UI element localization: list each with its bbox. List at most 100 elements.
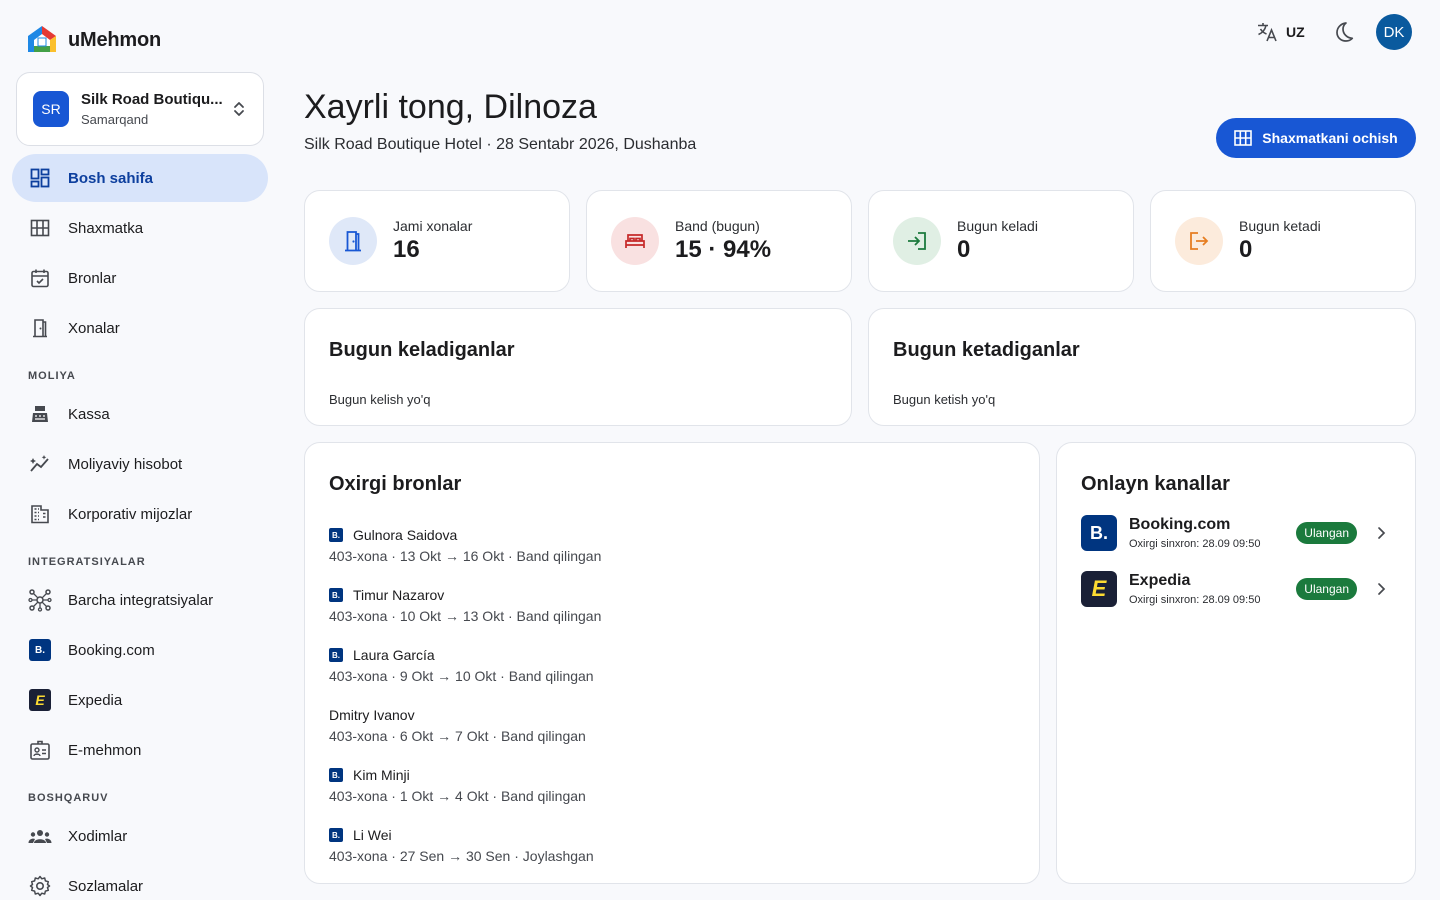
stat-card-occupied: Band (bugun) 15 · 94% (586, 190, 852, 292)
chevron-right-icon[interactable] (1371, 579, 1391, 599)
stat-value: 15 · 94% (675, 236, 772, 263)
open-grid-button[interactable]: Shaxmatkani ochish (1216, 118, 1416, 158)
status-badge: Ulangan (1296, 522, 1357, 544)
grid-icon (28, 216, 52, 240)
stat-label: Bugun ketadi (1239, 218, 1321, 234)
sidebar-item-label: Bronlar (68, 269, 117, 287)
sidebar-item-label: Xodimlar (68, 827, 128, 845)
hub-icon (28, 588, 52, 612)
stat-card-total-rooms: Jami xonalar 16 (304, 190, 570, 292)
cash-register-icon (28, 402, 52, 426)
list-item[interactable]: B. Laura García 403-xona · 9 Okt → 10 Okt… (329, 647, 594, 684)
app-name: uMehmon (68, 28, 162, 51)
logout-icon (1175, 217, 1223, 265)
list-item[interactable]: B. Timur Nazarov 403-xona · 10 Okt → 13 O… (329, 587, 601, 624)
app-logo[interactable]: uMehmon (24, 22, 161, 58)
umehmon-logo-icon (28, 26, 56, 52)
guest-name: Gulnora Saidova (353, 527, 458, 543)
sidebar-item-expedia[interactable]: E Expedia (12, 676, 268, 724)
sidebar-nav: Bosh sahifa Shaxmatka Bronlar Xonalar MO… (12, 154, 268, 900)
sidebar-item-e-mehmon[interactable]: E-mehmon (12, 726, 268, 774)
nav-section-boshqaruv: BOSHQARUV (28, 792, 109, 804)
channel-name: Booking.com (1129, 516, 1231, 533)
sidebar-item-korporativ-mijozlar[interactable]: Korporativ mijozlar (12, 490, 268, 538)
language-code: UZ (1286, 24, 1305, 40)
sidebar-item-booking-com[interactable]: B. Booking.com (12, 626, 268, 674)
chevron-right-icon[interactable] (1371, 523, 1391, 543)
sidebar-item-label: E-mehmon (68, 741, 142, 759)
sidebar-item-label: Kassa (68, 405, 110, 423)
sidebar-item-shaxmatka[interactable]: Shaxmatka (12, 204, 268, 252)
stat-label: Bugun keladi (957, 218, 1038, 234)
gear-icon (28, 874, 52, 898)
sidebar-item-label: Sozlamalar (68, 877, 144, 895)
stat-card-arrivals: Bugun keladi 0 (868, 190, 1134, 292)
sidebar-item-kassa[interactable]: Kassa (12, 390, 268, 438)
user-avatar[interactable]: DK (1376, 14, 1412, 50)
online-channels-panel: Onlayn kanallar B. Booking.com Oxirgi si… (1056, 442, 1416, 884)
grid-icon (1234, 130, 1253, 146)
sidebar-item-sozlamalar[interactable]: Sozlamalar (12, 862, 268, 900)
sidebar-item-barcha-integratsiyalar[interactable]: Barcha integratsiyalar (12, 576, 268, 624)
status-badge: Ulangan (1296, 578, 1357, 600)
sidebar-item-label: Booking.com (68, 641, 155, 659)
list-item[interactable]: B. Kim Minji 403-xona · 1 Okt → 4 Okt · B… (329, 767, 586, 804)
booking-meta: 403-xona · 27 Sen → 30 Sen · Joylashgan (329, 848, 594, 864)
sidebar-item-bosh-sahifa[interactable]: Bosh sahifa (12, 154, 268, 202)
chart-sparkle-icon (28, 452, 52, 476)
arrivals-empty: Bugun kelish yo'q (329, 392, 431, 407)
people-icon (28, 824, 52, 848)
list-item[interactable]: Dmitry Ivanov 403-xona · 6 Okt → 7 Okt ·… (329, 707, 586, 744)
channel-row-booking[interactable]: B. Booking.com Oxirgi sinxron: 28.09 09:… (1081, 514, 1391, 552)
sidebar-item-bronlar[interactable]: Bronlar (12, 254, 268, 302)
sidebar-item-label: Bosh sahifa (68, 169, 154, 187)
guest-name: Timur Nazarov (353, 587, 445, 603)
arrivals-title: Bugun keladiganlar (329, 339, 515, 361)
language-switcher[interactable]: UZ (1256, 20, 1305, 44)
sidebar-item-label: Xonalar (68, 319, 120, 337)
stat-value: 0 (957, 236, 971, 263)
booking-logo-icon: B. (329, 588, 343, 602)
recent-bookings-title: Oxirgi bronlar (329, 473, 462, 495)
translate-icon (1258, 23, 1277, 42)
nav-section-integratsiyalar: INTEGRATSIYALAR (28, 556, 146, 568)
sidebar-item-moliyaviy-hisobot[interactable]: Moliyaviy hisobot (12, 440, 268, 488)
booking-meta: 403-xona · 6 Okt → 7 Okt · Band qilingan (329, 728, 586, 744)
dark-mode-icon[interactable] (1332, 20, 1356, 44)
booking-logo-icon: B. (329, 528, 343, 542)
hotel-switcher[interactable]: SR Silk Road Boutiqu... Samarqand (16, 72, 264, 146)
guest-name: Laura García (353, 647, 435, 663)
expedia-logo-icon: E (1081, 571, 1117, 607)
hotel-avatar: SR (33, 91, 69, 127)
arrivals-panel: Bugun keladiganlar Bugun kelish yo'q (304, 308, 852, 426)
guest-name: Kim Minji (353, 767, 410, 783)
building-icon (28, 502, 52, 526)
booking-meta: 403-xona · 9 Okt → 10 Okt · Band qilinga… (329, 668, 594, 684)
booking-meta: 403-xona · 1 Okt → 4 Okt · Band qilingan (329, 788, 586, 804)
sidebar-item-xodimlar[interactable]: Xodimlar (12, 812, 268, 860)
sidebar-item-label: Shaxmatka (68, 219, 144, 237)
list-item[interactable]: B. Li Wei 403-xona · 27 Sen → 30 Sen · Jo… (329, 827, 594, 864)
id-card-icon (28, 738, 52, 762)
sidebar: uMehmon SR Silk Road Boutiqu... Samarqan… (0, 0, 280, 900)
open-grid-button-label: Shaxmatkani ochish (1262, 130, 1398, 146)
door-icon (28, 316, 52, 340)
list-item[interactable]: B. Gulnora Saidova 403-xona · 13 Okt → 16… (329, 527, 601, 564)
stat-label: Band (bugun) (675, 218, 760, 234)
departures-empty: Bugun ketish yo'q (893, 392, 996, 407)
channel-row-expedia[interactable]: E Expedia Oxirgi sinxron: 28.09 09:50 Ul… (1081, 570, 1391, 608)
booking-logo-icon: B. (329, 648, 343, 662)
guest-name: Dmitry Ivanov (329, 707, 415, 723)
booking-meta: 403-xona · 10 Okt → 13 Okt · Band qiling… (329, 608, 602, 624)
guest-name: Li Wei (353, 827, 392, 843)
stat-value: 16 (393, 236, 420, 263)
booking-logo-icon: B. (329, 768, 343, 782)
booking-logo-icon: B. (1081, 515, 1117, 551)
stat-card-departures: Bugun ketadi 0 (1150, 190, 1416, 292)
nav-section-moliya: MOLIYA (28, 370, 76, 382)
door-icon (329, 217, 377, 265)
departures-panel: Bugun ketadiganlar Bugun ketish yo'q (868, 308, 1416, 426)
sidebar-item-xonalar[interactable]: Xonalar (12, 304, 268, 352)
sidebar-item-label: Korporativ mijozlar (68, 505, 193, 523)
calendar-check-icon (28, 266, 52, 290)
